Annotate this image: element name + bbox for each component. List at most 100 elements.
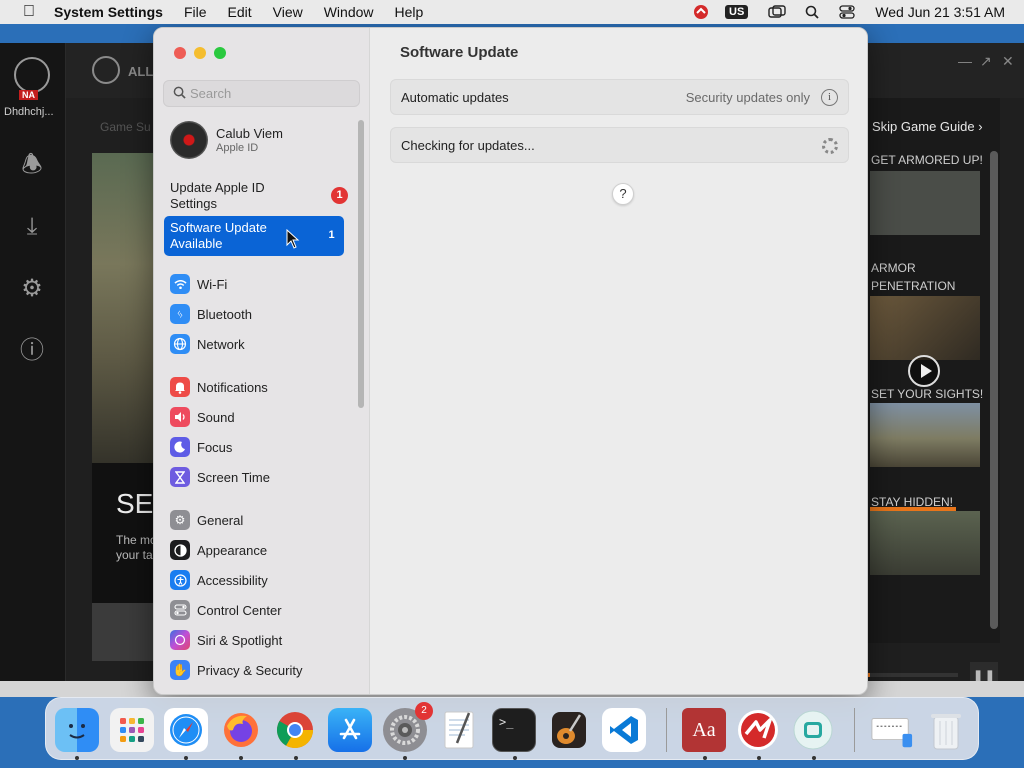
sidebar-item-wifi[interactable]: Wi-Fi (170, 273, 227, 295)
wargaming-icon[interactable] (736, 708, 780, 752)
notifications-bell-icon[interactable]: 🕭 (18, 151, 46, 179)
hero-thumbnail[interactable] (92, 603, 154, 661)
garageband-icon[interactable] (547, 708, 591, 752)
launcher-breadcrumb: Game Su (100, 120, 151, 134)
menu-edit[interactable]: Edit (228, 4, 252, 20)
app-store-icon[interactable] (328, 708, 372, 752)
software-update-badge: 1 (328, 229, 335, 241)
system-settings-running-indicator (403, 756, 407, 760)
sidebar-item-general[interactable]: ⚙ General (170, 509, 243, 531)
skip-game-guide-link[interactable]: Skip Game Guide › (872, 119, 983, 134)
help-button[interactable]: ? (612, 183, 634, 205)
guide-image-1[interactable] (870, 171, 980, 235)
sidebar-item-sound[interactable]: Sound (170, 406, 235, 428)
close-icon[interactable]: ✕ (1002, 53, 1014, 70)
sidebar-item-focus[interactable]: Focus (170, 436, 232, 458)
expand-icon[interactable]: ↗ (980, 53, 992, 70)
terminal-running-indicator (513, 756, 517, 760)
safari-icon[interactable] (164, 708, 208, 752)
keyboard-input-indicator[interactable]: US (725, 5, 749, 19)
sidebar-item-accessibility[interactable]: Accessibility (170, 569, 268, 591)
launcher-progress-bar (868, 673, 958, 677)
download-icon[interactable]: ⤓ (18, 213, 46, 241)
system-settings-window: Calub Viem Apple ID Update Apple ID Sett… (153, 27, 868, 695)
toolbox-icon[interactable] (791, 708, 835, 752)
chrome-running-indicator (294, 756, 298, 760)
search-input[interactable] (190, 86, 350, 101)
menu-help[interactable]: Help (395, 4, 424, 20)
skip-game-guide-label: Skip Game Guide (872, 119, 975, 134)
accessibility-icon (170, 570, 190, 590)
vscode-icon[interactable] (602, 708, 646, 752)
hero-text-line-1: The mo (116, 533, 157, 547)
sidebar-item-label: Appearance (197, 542, 268, 558)
minimize-window-button[interactable] (194, 47, 206, 59)
launcher-username: Dhdhchj... (4, 106, 54, 118)
gear-icon: ⚙ (170, 510, 190, 530)
menu-clock[interactable]: Wed Jun 21 3:51 AM (875, 4, 1005, 20)
play-video-icon[interactable] (908, 355, 940, 387)
menu-file[interactable]: File (184, 4, 207, 20)
sidebar-item-screen-time[interactable]: Screen Time (170, 466, 270, 488)
search-field[interactable] (163, 80, 360, 107)
region-badge: NA (19, 90, 38, 100)
help-question-icon[interactable]: ⓘ (18, 337, 46, 365)
software-update-available-item[interactable]: Software Update Available 1 (164, 216, 344, 256)
spotlight-search-icon[interactable] (801, 4, 823, 20)
dictionary-running-indicator (703, 756, 707, 760)
settings-gear-icon[interactable]: ⚙ (18, 275, 46, 303)
dictionary-icon[interactable]: Aa (682, 708, 726, 752)
search-icon (168, 86, 190, 102)
launchpad-icon[interactable] (110, 708, 154, 752)
wargaming-logo-icon (92, 56, 120, 84)
close-window-button[interactable] (174, 47, 186, 59)
info-icon[interactable]: i (821, 89, 838, 106)
sidebar-item-label: Privacy & Security (197, 662, 303, 678)
sidebar-item-notifications[interactable]: Notifications (170, 376, 268, 398)
menu-app-name[interactable]: System Settings (54, 4, 163, 20)
automatic-updates-label: Automatic updates (401, 89, 509, 105)
page-title: Software Update (400, 44, 519, 61)
sidebar-item-network[interactable]: Network (170, 333, 245, 355)
update-apple-id-settings-item[interactable]: Update Apple ID Settings 1 (164, 180, 348, 212)
sidebar-item-siri-spotlight[interactable]: Siri & Spotlight (170, 629, 282, 651)
guide-image-2[interactable] (870, 296, 980, 360)
guide-scrollbar[interactable] (990, 151, 998, 629)
apple-menu-icon[interactable]:  (17, 3, 41, 21)
downloads-stack-icon[interactable] (870, 708, 914, 752)
dock-separator-2 (854, 708, 855, 752)
zoom-window-button[interactable] (214, 47, 226, 59)
launcher-all-tab[interactable]: ALL (128, 64, 153, 79)
launcher-progress-fill (868, 673, 870, 677)
guide-image-4[interactable] (870, 511, 980, 575)
sidebar-item-appearance[interactable]: Appearance (170, 539, 267, 561)
chrome-icon[interactable] (273, 708, 317, 752)
sidebar-item-privacy-security[interactable]: ✋ Privacy & Security (170, 659, 302, 681)
guide-scrollbar-thumb[interactable] (990, 151, 998, 629)
firefox-icon[interactable] (219, 708, 263, 752)
menu-view[interactable]: View (273, 4, 303, 20)
sidebar-item-label: Focus (197, 439, 233, 455)
trash-icon[interactable] (924, 708, 968, 752)
sidebar-scrollbar[interactable] (358, 120, 364, 408)
dock-separator (666, 708, 667, 752)
terminal-icon[interactable]: >_ (492, 708, 536, 752)
textedit-icon[interactable] (437, 708, 481, 752)
apple-id-account[interactable]: Calub Viem Apple ID (170, 121, 283, 159)
sidebar-item-bluetooth[interactable]: ᛃ Bluetooth (170, 303, 252, 325)
finder-icon[interactable] (55, 708, 99, 752)
control-center-menu-icon[interactable] (836, 4, 858, 20)
wargaming-status-icon[interactable] (690, 4, 712, 20)
sidebar-item-label: General (197, 512, 244, 528)
sidebar-item-control-center[interactable]: Control Center (170, 599, 282, 621)
profile-avatar-icon[interactable] (14, 57, 50, 93)
sidebar-item-label: Notifications (197, 379, 268, 395)
menu-bar:  System Settings File Edit View Window … (0, 0, 1024, 24)
guide-image-3[interactable] (870, 403, 980, 467)
minimize-icon[interactable]: — (958, 53, 972, 69)
screen-mirroring-icon[interactable] (766, 4, 788, 20)
hand-icon: ✋ (170, 660, 190, 680)
menu-window[interactable]: Window (324, 4, 374, 20)
automatic-updates-row[interactable]: Automatic updates Security updates only … (390, 79, 849, 115)
appearance-icon (170, 540, 190, 560)
